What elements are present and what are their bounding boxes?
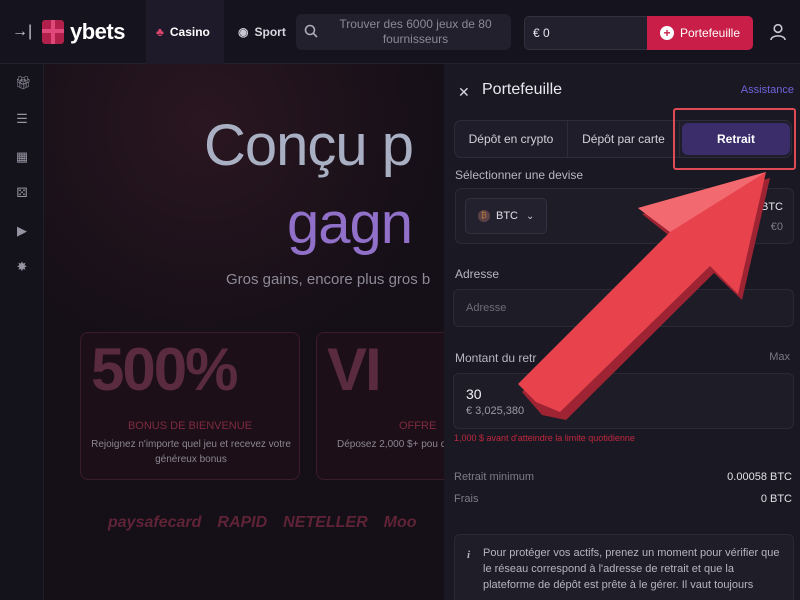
- promo-card-welcome[interactable]: 500% BONUS DE BIENVENUE Rejoignez n'impo…: [80, 332, 300, 480]
- wallet-button[interactable]: + Portefeuille: [647, 16, 753, 50]
- tab-sport[interactable]: ◉ Sport: [228, 0, 292, 64]
- sparkle-icon[interactable]: ✸: [15, 260, 29, 274]
- sidebar: 🎁︎ ☰ ▦ ⚄ ▶ ✸: [0, 64, 44, 600]
- tab-sport-label: Sport: [254, 25, 286, 39]
- fee-label: Frais: [454, 493, 479, 505]
- neteller-logo: NETELLER: [283, 514, 368, 531]
- bitcoin-icon: ₿: [478, 210, 490, 222]
- rapid-logo: RAPID: [217, 514, 268, 531]
- hero-title-line1: Conçu p: [204, 113, 414, 178]
- daily-limit-note: 1,000 $ avant d'atteindre la limite quot…: [454, 433, 635, 443]
- top-bar: →| ybets ♣ Casino ◉ Sport Trouver des 60…: [0, 0, 800, 64]
- min-withdraw-label: Retrait minimum: [454, 471, 535, 483]
- tab-card-deposit[interactable]: Dépôt par carte: [568, 121, 680, 157]
- search-input[interactable]: Trouver des 6000 jeux de 80 fournisseurs: [296, 14, 511, 50]
- brand-name: ybets: [70, 19, 125, 44]
- sport-ball-icon: ◉: [238, 25, 249, 39]
- grid-icon[interactable]: ▦: [15, 150, 29, 164]
- gift-logo-icon: [42, 20, 64, 44]
- panel-title: Portefeuille: [482, 81, 563, 98]
- promo-big-text: VI: [327, 336, 382, 403]
- info-text: Pour protéger vos actifs, prenez un mome…: [483, 547, 780, 591]
- paysafecard-logo: paysafecard: [108, 514, 202, 531]
- search-icon: [304, 24, 320, 41]
- min-withdraw-value: 0.00058 BTC: [727, 471, 792, 483]
- promo-description: Rejoignez n'importe quel jeu et recevez …: [91, 439, 291, 465]
- plus-icon: +: [659, 26, 674, 40]
- payment-logos: paysafecard RAPID NETELLER Moo: [108, 514, 417, 532]
- info-icon: i: [467, 549, 471, 561]
- fee-value: 0 BTC: [760, 493, 792, 505]
- app-root: →| ybets ♣ Casino ◉ Sport Trouver des 60…: [0, 0, 800, 600]
- dice-icon[interactable]: ⚄: [15, 186, 29, 200]
- address-label: Adresse: [455, 267, 500, 281]
- withdraw-highlight-box: [673, 108, 796, 170]
- hero-title-line2: gagn: [287, 191, 413, 256]
- casino-icon: ♣: [156, 25, 164, 39]
- promo-description: Déposez 2,000 $+ pou débloquer des avan: [337, 439, 444, 450]
- promo-big-text: 500%: [91, 336, 238, 403]
- info-box: i Pour protéger vos actifs, prenez un mo…: [454, 534, 794, 600]
- assistance-link[interactable]: Assistance: [741, 84, 794, 96]
- main-content: Conçu p gagn Gros gains, encore plus gro…: [44, 64, 444, 600]
- brand-logo[interactable]: ybets: [42, 16, 125, 48]
- hero-subtitle: Gros gains, encore plus gros b: [226, 271, 431, 288]
- play-icon[interactable]: ▶: [15, 224, 29, 238]
- user-icon[interactable]: [768, 22, 788, 42]
- close-icon[interactable]: ✕: [458, 84, 470, 101]
- annotation-arrow: [518, 172, 770, 420]
- promo-title: OFFRE: [399, 420, 437, 432]
- promo-card-offer[interactable]: VI OFFRE Déposez 2,000 $+ pou débloquer …: [316, 332, 444, 480]
- gift-icon[interactable]: 🎁︎: [15, 76, 32, 90]
- wallet-button-label: Portefeuille: [679, 26, 741, 40]
- amount-value: 30: [466, 386, 482, 402]
- promo-title: BONUS DE BIENVENUE: [127, 420, 253, 432]
- tab-casino[interactable]: ♣ Casino: [146, 0, 224, 64]
- moo-logo: Moo: [383, 514, 417, 531]
- search-placeholder: Trouver des 6000 jeux de 80 fournisseurs: [339, 17, 492, 46]
- search-list-icon[interactable]: ☰: [15, 112, 29, 126]
- collapse-sidebar-icon[interactable]: →|: [12, 22, 32, 42]
- tab-crypto-deposit[interactable]: Dépôt en crypto: [455, 121, 568, 157]
- tab-casino-label: Casino: [169, 25, 210, 39]
- balance-display[interactable]: € 0: [524, 16, 648, 50]
